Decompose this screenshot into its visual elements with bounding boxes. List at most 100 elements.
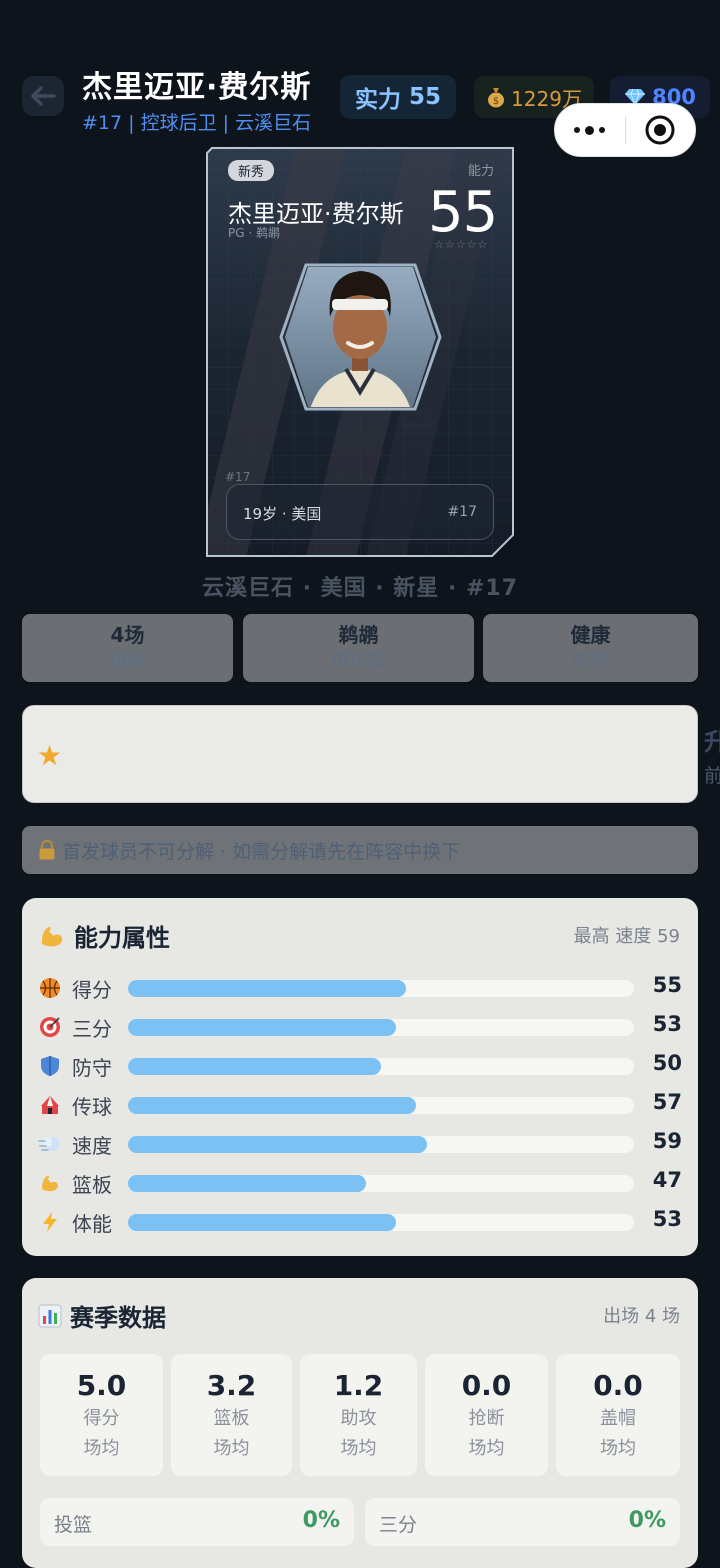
stat-steals-value: 0.0 [461, 1369, 512, 1402]
attribute-row: 传球 57 [38, 1090, 682, 1120]
tile-games-value: 4场 [110, 623, 145, 647]
attributes-max-summary: 最高 速度 59 [573, 926, 680, 947]
player-summary-line: 云溪巨石 · 美国 · 新星 · #17 [201, 576, 519, 601]
card-rating: 55 [428, 180, 498, 245]
stat-steals: 0.0 抢断 场均 [425, 1354, 548, 1476]
attribute-label: 速度 [72, 1134, 112, 1158]
lock-icon [39, 840, 55, 860]
tile-club: 鹈鹕 俱乐部 [243, 614, 474, 682]
more-button[interactable] [555, 125, 625, 135]
stat-points-label: 得分 [83, 1408, 120, 1429]
player-subtitle: #17 | 控球后卫 | 云溪巨石 [82, 112, 312, 134]
attribute-row: 防守 50 [38, 1051, 682, 1081]
decompose-lock-notice: 首发球员不可分解 · 如需分解请先在阵容中换下 [22, 826, 698, 874]
attribute-value: 57 [652, 1090, 682, 1114]
attribute-label: 得分 [72, 978, 112, 1002]
target-close-icon [645, 115, 675, 145]
star-icon: ★ [37, 739, 63, 772]
attribute-row: 得分 55 [38, 973, 682, 1003]
stat-blocks-value: 0.0 [593, 1369, 643, 1402]
stat-rebounds-label: 篮板 [213, 1408, 250, 1429]
fg-percentage-value: 0% [302, 1508, 340, 1533]
stat-rebounds-value: 3.2 [206, 1369, 257, 1402]
attributes-panel: 能力属性 最高 速度 59 得分 55 三分 53 防守 50 传球 57 速度 59 篮板 47 体能… [22, 898, 698, 1256]
stat-rebounds-sub: 场均 [213, 1438, 250, 1459]
power-label: 实力 [354, 87, 401, 113]
stat-points-sub: 场均 [83, 1438, 120, 1459]
money-bag-icon: $ [488, 88, 505, 108]
attribute-row: 篮板 47 [38, 1168, 682, 1198]
attribute-bar-fill [128, 980, 407, 997]
attribute-row: 体能 53 [38, 1207, 682, 1237]
season-stats-panel: 赛季数据 出场 4 场 5.0 得分 场均 3.2 篮板 场均 1.2 助攻 场… [22, 1278, 698, 1568]
close-program-button[interactable] [626, 114, 696, 146]
fg-percentage: 投篮 0% [40, 1498, 354, 1546]
tile-club-label: 俱乐部 [331, 651, 386, 672]
three-pt-percentage: 三分 0% [365, 1498, 680, 1546]
attribute-value: 53 [652, 1012, 682, 1036]
stat-points-value: 5.0 [76, 1369, 127, 1402]
card-age-country: 19岁 · 美国 [243, 505, 322, 523]
attribute-value: 47 [652, 1168, 682, 1192]
stat-assists: 1.2 助攻 场均 [300, 1354, 417, 1476]
power-value: 55 [408, 84, 441, 110]
season-title: 赛季数据 [70, 1304, 166, 1332]
tile-health-label: 伤停 [572, 651, 609, 672]
stat-blocks-label: 盖帽 [600, 1408, 636, 1429]
basketball-icon [38, 976, 62, 1000]
upgrade-edge-title: 升 [704, 728, 720, 756]
stat-assists-sub: 场均 [340, 1438, 377, 1459]
stat-rebounds: 3.2 篮板 场均 [171, 1354, 292, 1476]
jersey-text: NEWAC [402, 422, 435, 432]
ability-label: 能力 [468, 164, 495, 179]
stat-steals-sub: 场均 [468, 1438, 505, 1459]
attribute-bar-fill [128, 1136, 427, 1153]
tile-games-label: 出场 [109, 651, 146, 672]
attribute-label: 体能 [72, 1212, 112, 1236]
tile-health: 健康 伤停 [483, 614, 698, 682]
attribute-bar-track [128, 1058, 634, 1075]
target-icon [38, 1015, 62, 1039]
card-position-team: PG · 鹈鹕 [228, 226, 280, 240]
flexed-biceps-icon [41, 926, 63, 946]
card-number: #17 [447, 504, 477, 520]
stat-assists-value: 1.2 [333, 1369, 384, 1402]
tile-health-value: 健康 [570, 623, 611, 647]
mini-program-capsule [554, 103, 696, 157]
stat-assists-label: 助攻 [340, 1408, 377, 1429]
back-button[interactable] [22, 76, 64, 116]
attribute-bar-track [128, 1214, 634, 1231]
attribute-value: 59 [652, 1129, 682, 1153]
stat-steals-label: 抢断 [468, 1408, 505, 1429]
attribute-value: 50 [652, 1051, 682, 1075]
circus-tent-icon [38, 1093, 62, 1117]
card-info-box: 19岁 · 美国 #17 [226, 484, 494, 540]
attribute-bar-fill [128, 1097, 417, 1114]
star-upgrade-panel[interactable]: ★ [22, 705, 698, 803]
attributes-title: 能力属性 [74, 924, 170, 952]
three-pt-percentage-value: 0% [628, 1508, 666, 1533]
rating-stars: ☆☆☆☆☆ [434, 238, 489, 251]
flexed-biceps-icon [38, 1171, 62, 1195]
stat-blocks: 0.0 盖帽 场均 [556, 1354, 680, 1476]
stat-blocks-sub: 场均 [600, 1438, 636, 1459]
tile-games: 4场 出场 [22, 614, 233, 682]
attribute-bar-fill [128, 1175, 366, 1192]
attribute-bar-fill [128, 1058, 381, 1075]
attribute-label: 三分 [72, 1017, 112, 1041]
svg-text:$: $ [493, 96, 499, 107]
power-badge: 实力 55 [340, 75, 456, 119]
attributes-title-row: 能力属性 [38, 918, 170, 953]
attribute-label: 防守 [72, 1056, 112, 1080]
shield-icon [38, 1054, 62, 1078]
attribute-row: 三分 53 [38, 1012, 682, 1042]
attribute-bar-track [128, 1019, 634, 1036]
fg-percentage-label: 投篮 [54, 1514, 93, 1536]
bar-chart-icon [38, 1304, 62, 1327]
season-title-row: 赛季数据 [38, 1298, 166, 1333]
lightning-icon [38, 1210, 62, 1234]
lock-notice-text: 首发球员不可分解 · 如需分解请先在阵容中换下 [62, 840, 461, 863]
more-dots-icon [574, 125, 606, 135]
season-games-count: 出场 4 场 [603, 1306, 680, 1327]
three-pt-percentage-label: 三分 [379, 1514, 418, 1536]
